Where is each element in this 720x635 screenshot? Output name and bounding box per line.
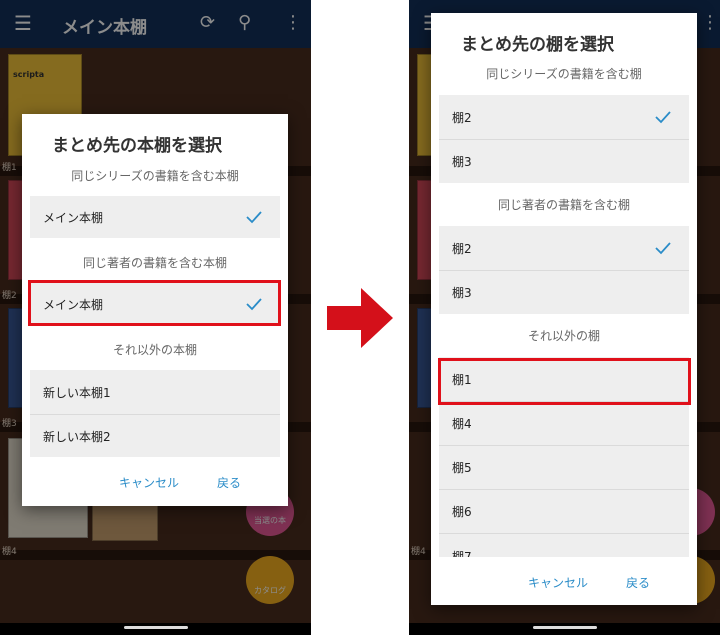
check-icon — [655, 111, 671, 124]
home-handle[interactable] — [532, 626, 597, 629]
highlight-box — [438, 358, 691, 405]
list-item-series[interactable]: 棚3 — [439, 140, 689, 183]
system-nav-bar — [0, 623, 311, 635]
dialog-title: まとめ先の本棚を選択 — [52, 136, 222, 156]
list-item-series[interactable]: メイン本棚 — [30, 196, 280, 238]
section-header-series: 同じシリーズの書籍を含む本棚 — [71, 169, 239, 183]
left-screenshot: ☰ メイン本棚 ⟳ ⚲ ⋮ scripta 棚1 棚2 棚3 棚4 当選の本 カ… — [0, 0, 311, 635]
list-item-other[interactable]: 棚5 — [439, 446, 689, 489]
highlight-box — [28, 280, 281, 326]
list-item-author[interactable]: 棚3 — [439, 271, 689, 314]
section-header-other: それ以外の本棚 — [112, 343, 197, 357]
check-icon — [655, 242, 671, 255]
list-item-label: 新しい本棚1 — [43, 385, 111, 400]
list-item-author[interactable]: 棚2 — [439, 226, 689, 270]
list-item-label: 棚5 — [452, 461, 472, 475]
list-item-other[interactable]: 新しい本棚1 — [30, 370, 280, 414]
back-button[interactable]: 戻る — [626, 574, 650, 591]
system-nav-bar — [409, 623, 720, 635]
list-item-label: 棚4 — [452, 417, 472, 431]
list-item-other[interactable]: 新しい本棚2 — [30, 415, 280, 457]
list-item-other[interactable]: 棚4 — [439, 402, 689, 445]
list-item-label: 棚3 — [452, 155, 472, 169]
check-icon — [246, 211, 262, 224]
dialog-title: まとめ先の棚を選択 — [461, 35, 614, 55]
list-item-series[interactable]: 棚2 — [439, 95, 689, 139]
section-header-series: 同じシリーズの書籍を含む棚 — [486, 67, 642, 81]
back-button[interactable]: 戻る — [217, 474, 241, 491]
list-item-label: 棚6 — [452, 505, 472, 519]
home-handle[interactable] — [123, 626, 188, 629]
list-item-other[interactable]: 棚7 — [439, 534, 689, 557]
list-item-other[interactable]: 棚6 — [439, 490, 689, 533]
right-screenshot: ☰ ⋮ 棚4 まとめ先の棚を選択 同じシリーズの書籍を含む棚 棚2 棚3 同じ著… — [409, 0, 720, 635]
list-item-label: 棚7 — [452, 550, 472, 557]
section-header-other: それ以外の棚 — [527, 329, 600, 343]
right-arrow-icon — [327, 288, 393, 348]
cancel-button[interactable]: キャンセル — [528, 574, 588, 591]
list-item-label: 棚2 — [452, 241, 472, 256]
section-header-author: 同じ著者の書籍を含む本棚 — [82, 256, 227, 270]
list-item-label: 新しい本棚2 — [43, 429, 111, 444]
list-item-label: メイン本棚 — [43, 210, 104, 225]
cancel-button[interactable]: キャンセル — [119, 474, 179, 491]
section-header-author: 同じ著者の書籍を含む棚 — [497, 198, 630, 212]
list-item-label: 棚3 — [452, 286, 472, 300]
list-item-label: 棚2 — [452, 110, 472, 125]
select-shelf-dialog: まとめ先の棚を選択 同じシリーズの書籍を含む棚 棚2 棚3 同じ著者の書籍を含む… — [431, 13, 697, 605]
